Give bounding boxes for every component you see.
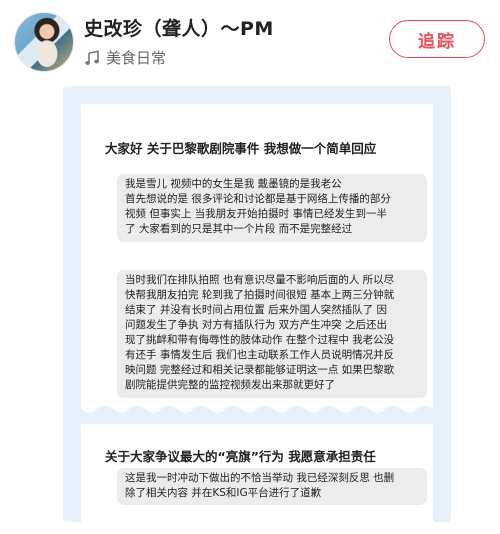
bubble-line: 除了相关内容 并在KS和IG平台进行了道歉 — [125, 487, 322, 499]
avatar[interactable] — [14, 12, 74, 72]
bubble-line: 现了挑衅和带有侮辱性的肢体动作 在整个过程中 我老公没 — [125, 334, 395, 346]
bubble-line: 问题发生了争执 对方有插队行为 双方产生冲突 之后还出 — [125, 319, 388, 331]
category-label: 美食日常 — [106, 49, 167, 67]
note-section-1: 大家好 关于巴黎歌剧院事件 我想做一个简单回应 我是雪儿 视频中的女生是我 戴墨… — [81, 104, 433, 406]
bubble-line: 结束了 并没有长时间占用位置 后来外国人突然插队了 因 — [125, 304, 388, 316]
music-note-icon — [85, 50, 99, 65]
post-heading-2: 关于大家争议最大的“亮旗”行为 我愿意承担责任 — [105, 449, 376, 464]
profile-header: 史改珍（聋人）～PM 美食日常 追踪 — [0, 0, 500, 82]
bubble-line: 映问题 完整经过和相关记录都能够证明这一点 如果巴黎歌 — [125, 364, 395, 376]
bubble-line: 快帮我朋友拍完 轮到我了拍摄时间很短 基本上两三分钟就 — [125, 289, 395, 301]
bubble-line: 当时我们在排队拍照 也有意识尽量不影响后面的人 所以尽 — [125, 274, 395, 286]
username[interactable]: 史改珍（聋人）～PM — [84, 14, 274, 41]
bubble-line: 首先想说的是 很多评论和讨论都是基于网络上传播的部分 — [125, 193, 391, 205]
text-bubble-2: 当时我们在排队拍照 也有意识尽量不影响后面的人 所以尽 快帮我朋友拍完 轮到我了… — [117, 270, 427, 398]
post-heading-1: 大家好 关于巴黎歌剧院事件 我想做一个简单回应 — [105, 141, 377, 156]
bubble-line: 了 大家看到的只是其中一个片段 而不是完整经过 — [125, 223, 353, 235]
text-bubble-1: 我是雪儿 视频中的女生是我 戴墨镜的是我老公 首先想说的是 很多评论和讨论都是基… — [117, 174, 427, 242]
post-image-card: 大家好 关于巴黎歌剧院事件 我想做一个简单回应 我是雪儿 视频中的女生是我 戴墨… — [63, 86, 451, 534]
torn-edge-divider — [81, 401, 433, 413]
bubble-line: 视频 但事实上 当我朋友开始拍摄时 事情已经发生到一半 — [125, 208, 388, 220]
category-row: 美食日常 — [84, 47, 166, 68]
bubble-line: 剧院能提供完整的监控视频发出来那就更好了 — [125, 379, 335, 391]
follow-button[interactable]: 追踪 — [389, 20, 485, 58]
bubble-line: 有还手 事情发生后 我们也主动联系工作人员说明情况并反 — [125, 349, 395, 361]
bubble-line: 这是我一时冲动下做出的不恰当举动 我已经深刻反思 也删 — [125, 472, 395, 484]
note-section-2: 关于大家争议最大的“亮旗”行为 我愿意承担责任 这是我一时冲动下做出的不恰当举动… — [81, 424, 433, 534]
bubble-line: 我是雪儿 视频中的女生是我 戴墨镜的是我老公 — [125, 178, 342, 190]
text-bubble-3: 这是我一时冲动下做出的不恰当举动 我已经深刻反思 也删 除了相关内容 并在KS和… — [117, 468, 427, 505]
